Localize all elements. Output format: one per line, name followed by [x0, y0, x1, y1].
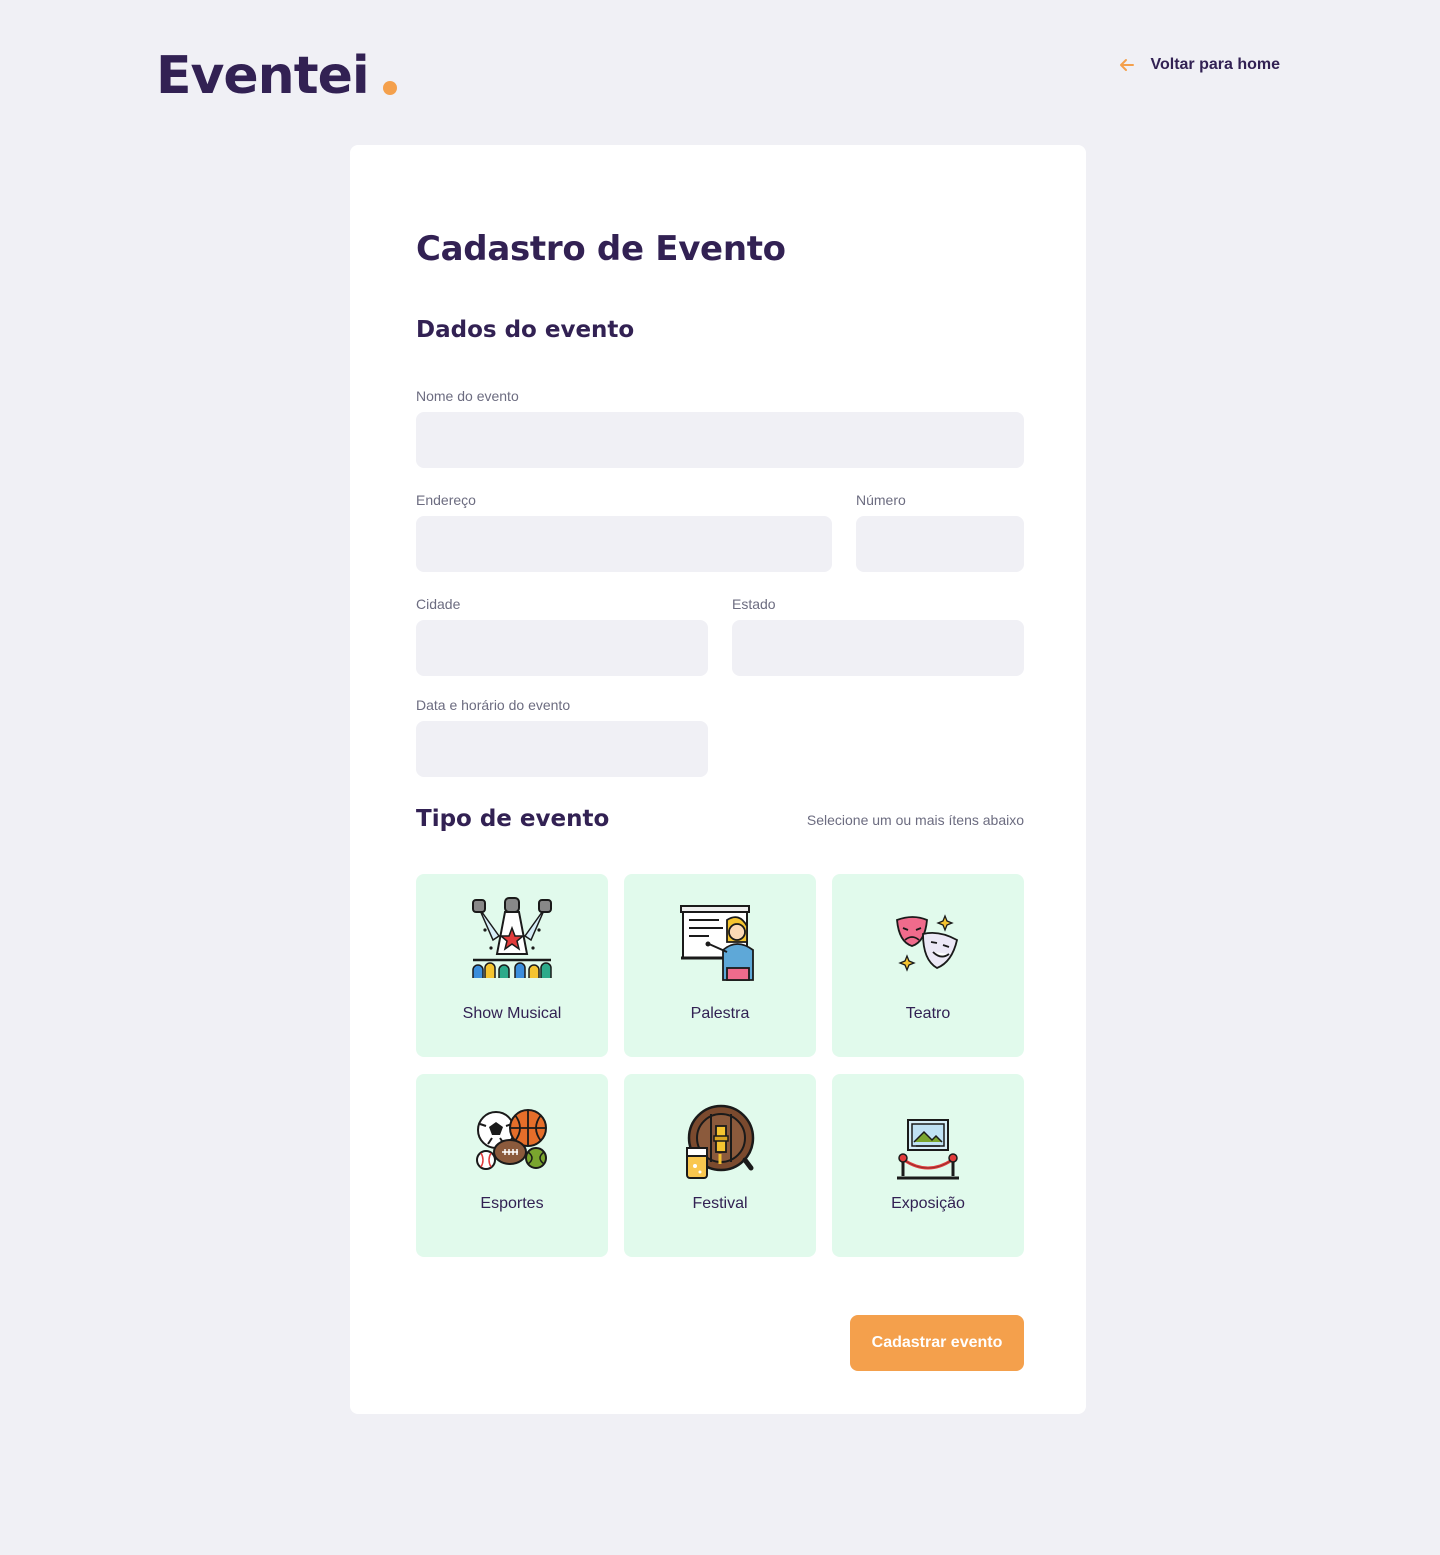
event-type-teatro[interactable]: Teatro — [832, 874, 1024, 1057]
event-type-label: Festival — [692, 1195, 748, 1212]
address-label: Endereço — [416, 492, 476, 508]
event-type-section-title: Tipo de evento — [416, 806, 610, 832]
header: Eventei Voltar para home — [156, 46, 1280, 106]
event-type-festival[interactable]: Festival — [624, 1074, 816, 1257]
city-label: Cidade — [416, 596, 461, 612]
event-type-label: Teatro — [905, 1005, 951, 1022]
event-type-label: Esportes — [480, 1195, 544, 1212]
logo-text: Eventei — [156, 46, 370, 106]
lecture-presenter-icon — [679, 904, 761, 987]
address-input[interactable] — [416, 516, 832, 572]
beer-barrel-icon — [685, 1104, 755, 1187]
logo[interactable]: Eventei — [156, 46, 397, 106]
exhibition-painting-icon — [896, 1118, 960, 1185]
datetime-input[interactable] — [416, 721, 708, 777]
event-type-label: Show Musical — [462, 1005, 562, 1022]
city-input[interactable] — [416, 620, 708, 676]
concert-stage-icon — [471, 896, 553, 983]
sports-balls-icon — [474, 1108, 550, 1175]
state-input[interactable] — [732, 620, 1024, 676]
event-type-exposicao[interactable]: Exposição — [832, 1074, 1024, 1257]
event-type-esportes[interactable]: Esportes — [416, 1074, 608, 1257]
event-form-card: Cadastro de Evento Dados do evento Nome … — [350, 145, 1086, 1414]
event-data-section-title: Dados do evento — [416, 317, 635, 343]
event-type-palestra[interactable]: Palestra — [624, 874, 816, 1057]
event-type-show-musical[interactable]: Show Musical — [416, 874, 608, 1057]
logo-dot — [382, 81, 397, 95]
number-label: Número — [856, 492, 906, 508]
event-name-label: Nome do evento — [416, 388, 519, 404]
datetime-label: Data e horário do evento — [416, 697, 571, 713]
number-input[interactable] — [856, 516, 1024, 572]
arrow-left-icon — [1118, 56, 1136, 74]
event-type-grid: Show Musical Palestra Teatro Esportes Fe… — [416, 874, 1024, 1257]
submit-event-button[interactable]: Cadastrar evento — [850, 1315, 1024, 1371]
page-title: Cadastro de Evento — [416, 229, 786, 269]
event-name-input[interactable] — [416, 412, 1024, 468]
state-label: Estado — [732, 596, 776, 612]
event-type-hint: Selecione um ou mais ítens abaixo — [806, 812, 1024, 828]
event-type-label: Exposição — [891, 1195, 965, 1212]
event-type-label: Palestra — [690, 1005, 750, 1022]
theater-masks-icon — [893, 914, 963, 979]
back-link-label: Voltar para home — [1150, 56, 1280, 73]
back-to-home-link[interactable]: Voltar para home — [1118, 56, 1280, 74]
